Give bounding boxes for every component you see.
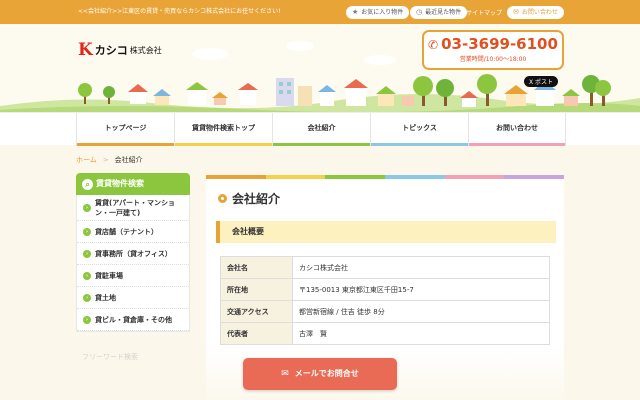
search-icon: ⌕	[82, 179, 93, 190]
row-value: 都営新宿線 / 住吉 徒歩 8分	[292, 300, 550, 323]
nav-color-bar	[273, 143, 370, 146]
sidebar-item-label: 貸ビル・貸倉庫・その他	[95, 315, 172, 324]
nav-item-0[interactable]: トップページ	[76, 113, 174, 146]
rainbow-segment	[265, 175, 326, 179]
recent-label: 最近見た物件	[425, 9, 462, 16]
sidebar-item-label: 貸店舗（テナント）	[95, 227, 158, 236]
logo-name: カシコ	[94, 44, 128, 57]
contact-label: お問い合わせ	[521, 9, 558, 16]
chevron-right-icon: ›	[83, 203, 91, 212]
chevron-right-icon: ›	[83, 315, 91, 324]
nav-color-bar	[371, 143, 468, 146]
nav-item-label: 会社紹介	[307, 124, 336, 132]
chevron-right-icon: ›	[83, 293, 91, 302]
nav-item-label: トップページ	[104, 124, 147, 132]
chevron-right-icon: ›	[83, 271, 91, 280]
logo-suffix: 株式会社	[129, 45, 162, 55]
rainbow-segment	[504, 175, 565, 179]
favorites-label: お気に入り物件	[361, 9, 404, 16]
nav-item-2[interactable]: 会社紹介	[272, 113, 370, 146]
header: K カシコ 株式会社 ✆ 03-3699-6100 営業時間/10:00～18:0…	[0, 24, 640, 112]
page-title-text: 会社紹介	[232, 192, 281, 206]
rainbow-segment	[206, 175, 266, 179]
breadcrumb: ホーム > 会社紹介	[76, 155, 143, 165]
title-ring-icon	[218, 194, 227, 203]
sidebar-item[interactable]: › 貸ビル・貸倉庫・その他	[77, 309, 189, 331]
sidebar-item[interactable]: › 貸店舗（テナント）	[77, 221, 189, 243]
freeword-search-label: フリーワード検索	[82, 353, 138, 361]
rainbow-segment	[325, 175, 386, 179]
sidebar-item-label: 貸土地	[95, 293, 116, 302]
row-value: 古澤 賢	[292, 322, 550, 345]
breadcrumb-separator: >	[102, 156, 109, 164]
mail-contact-button[interactable]: ✉ メールでお問合せ	[243, 358, 397, 390]
sidebar-item-label: 貸事務所（貸オフィス）	[95, 249, 172, 258]
sidebar: ⌕ 賃貸物件検索 › 賃貸(アパート・マンション・一戸建て) › 貸店舗（テナント） › 貸…	[76, 173, 190, 362]
phone-icon: ✆	[428, 38, 439, 52]
nav-item-1[interactable]: 賃貸物件検索トップ	[174, 113, 272, 146]
row-value: カシコ株式会社	[292, 256, 550, 279]
nav-color-bar	[175, 143, 272, 146]
logo-mark: K	[78, 40, 93, 60]
nav-item-label: トピックス	[402, 124, 437, 132]
star-icon: ★	[352, 8, 359, 16]
business-hours: 営業時間/10:00～18:00	[459, 56, 527, 63]
sidebar-item[interactable]: › 貸駐車場	[77, 265, 189, 287]
table-row: 会社名 カシコ株式会社	[220, 256, 550, 279]
nav-item-3[interactable]: トピックス	[370, 113, 468, 146]
row-value: 〒135-0013 東京都江東区千田15-7	[292, 278, 550, 301]
row-key: 会社名	[220, 256, 293, 279]
phone-box: ✆ 03-3699-6100 営業時間/10:00～18:00	[422, 30, 564, 70]
sidebar-item-label: 貸駐車場	[95, 271, 123, 280]
mail-icon: ✉	[513, 8, 519, 16]
site-tagline: <<会社紹介>>江東区の賃貸・売買ならカシコ株式会社にお任せください!	[78, 8, 281, 15]
section-heading: 会社概要	[216, 221, 556, 243]
chevron-right-icon: ›	[83, 249, 91, 258]
rainbow-stripe	[206, 175, 565, 179]
nav-items: トップページ 賃貸物件検索トップ 会社紹介 トピックス お問い合わせ	[76, 113, 566, 146]
contact-link[interactable]: ✉ お問い合わせ	[507, 6, 564, 19]
nav-item-label: 賃貸物件検索トップ	[192, 124, 255, 132]
x-post-button[interactable]: X ポスト	[524, 76, 559, 87]
sidebar-list: › 賃貸(アパート・マンション・一戸建て) › 貸店舗（テナント） › 貸事務所（貸オフィ…	[76, 195, 190, 332]
company-info-table: 会社名 カシコ株式会社 所在地 〒135-0013 東京都江東区千田15-7 交通アクセ…	[220, 256, 550, 345]
rainbow-segment	[385, 175, 445, 179]
phone-text: 03-3699-6100	[441, 35, 558, 53]
breadcrumb-home[interactable]: ホーム	[76, 156, 97, 164]
sitemap-link[interactable]: サイトマップ	[466, 8, 502, 17]
table-row: 代表者 古澤 賢	[220, 322, 550, 345]
top-bar: <<会社紹介>>江東区の賃貸・売買ならカシコ株式会社にお任せください! ★ お気に…	[0, 0, 640, 24]
site-logo[interactable]: K カシコ 株式会社	[78, 40, 162, 60]
sidebar-title: 賃貸物件検索	[96, 179, 144, 188]
sidebar-header: ⌕ 賃貸物件検索	[76, 173, 190, 195]
mail-button-label: メールでお問合せ	[294, 369, 359, 378]
nav-item-label: お問い合わせ	[496, 124, 538, 132]
recent-properties-link[interactable]: ◷ 最近見た物件	[410, 6, 468, 19]
breadcrumb-current: 会社紹介	[114, 156, 143, 164]
clock-icon: ◷	[416, 8, 423, 16]
nav-color-bar	[469, 143, 565, 146]
row-key: 代表者	[220, 322, 293, 345]
nav-item-4[interactable]: お問い合わせ	[468, 113, 566, 146]
phone-number[interactable]: ✆ 03-3699-6100	[424, 35, 562, 53]
rainbow-segment	[444, 175, 505, 179]
row-key: 交通アクセス	[220, 300, 293, 323]
favorites-link[interactable]: ★ お気に入り物件	[346, 6, 410, 19]
row-key: 所在地	[220, 278, 293, 301]
global-nav: トップページ 賃貸物件検索トップ 会社紹介 トピックス お問い合わせ	[0, 112, 640, 146]
chevron-right-icon: ›	[83, 227, 91, 236]
sidebar-item[interactable]: › 貸土地	[77, 287, 189, 309]
table-row: 交通アクセス 都営新宿線 / 住吉 徒歩 8分	[220, 300, 550, 323]
sidebar-item[interactable]: › 賃貸(アパート・マンション・一戸建て)	[77, 195, 189, 221]
page-title: 会社紹介	[218, 190, 280, 207]
sidebar-item[interactable]: › 貸事務所（貸オフィス）	[77, 243, 189, 265]
envelope-icon: ✉	[281, 369, 289, 379]
nav-color-bar	[77, 143, 174, 146]
sidebar-item-label: 賃貸(アパート・マンション・一戸建て)	[95, 198, 176, 217]
table-row: 所在地 〒135-0013 東京都江東区千田15-7	[220, 278, 550, 301]
